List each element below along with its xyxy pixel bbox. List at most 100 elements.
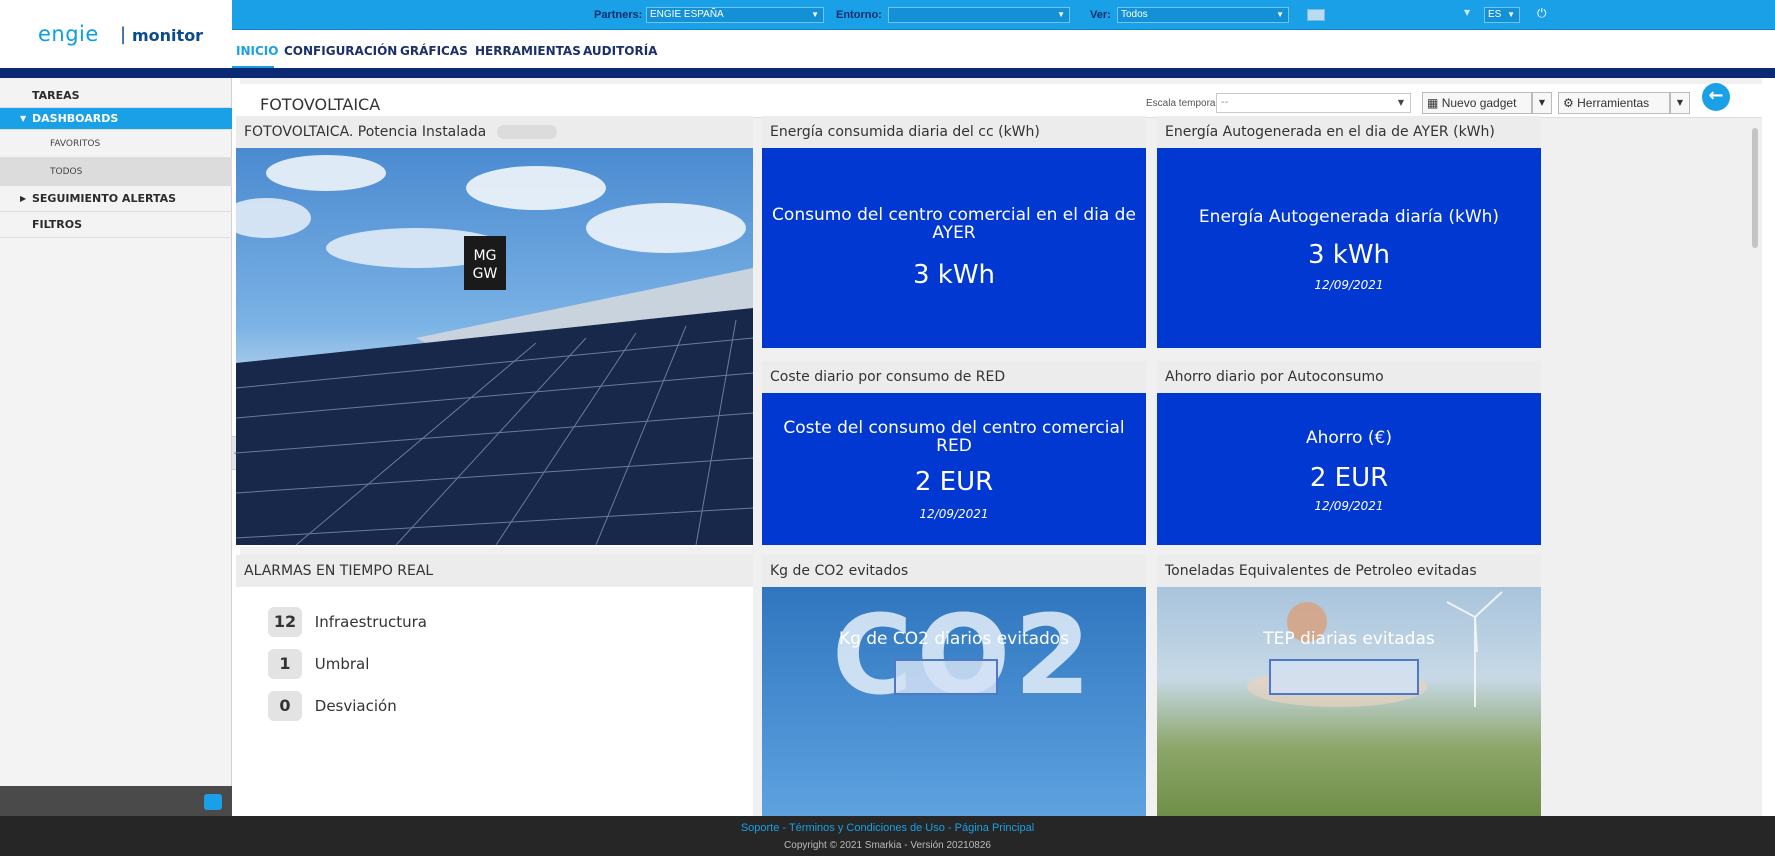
herramientas-dropdown[interactable]: ▼ <box>1670 92 1690 114</box>
entorno-label: Entorno: <box>836 9 882 21</box>
back-arrow-icon[interactable]: ← <box>1702 83 1730 111</box>
language-value: ES <box>1488 9 1502 20</box>
chevron-down-icon[interactable]: ▼ <box>1464 8 1470 17</box>
tile-value: 3 kWh <box>912 260 996 290</box>
tile-date: 12/09/2021 <box>1314 278 1384 292</box>
sidebar-item-label: FILTROS <box>32 218 83 231</box>
gadget-body: MG GW <box>236 148 753 547</box>
footer-separator: - <box>947 822 955 834</box>
nuevo-gadget-button[interactable]: ▦ Nuevo gadget <box>1422 92 1532 114</box>
gadget-title: Energía consumida diaria del cc (kWh) <box>762 116 1146 148</box>
mail-icon[interactable] <box>1307 9 1325 21</box>
gadget-title: ALARMAS EN TIEMPO REAL <box>236 555 753 587</box>
tile-value: 3 kWh <box>1307 240 1391 270</box>
footer-links: Soporte - Términos y Condiciones de Uso … <box>0 822 1775 834</box>
alarm-row-desviacion[interactable]: 0 Desviación <box>268 691 397 721</box>
sidebar-item-dashboards[interactable]: ▼ DASHBOARDS <box>0 108 232 130</box>
gadget-title: Energía Autogenerada en el dia de AYER (… <box>1157 116 1541 148</box>
page-header: FOTOVOLTAICA Escala temporal: -- ▼ ▦ Nue… <box>240 84 1762 118</box>
herramientas-button[interactable]: ⚙ Herramientas <box>1558 92 1670 114</box>
tile-date: 12/09/2021 <box>1314 499 1384 513</box>
vertical-scrollbar[interactable] <box>1750 128 1760 816</box>
filter-bar: Partners: ENGIE ESPAÑA ▼ Entorno: ▼ Ver:… <box>232 0 1775 30</box>
tile-title: Consumo del centro comercial en el dia d… <box>772 205 1136 243</box>
main-nav: INICIO CONFIGURACIÓN GRÁFICAS HERRAMIENT… <box>232 32 1775 68</box>
sidebar-item-filtros[interactable]: FILTROS <box>0 212 232 238</box>
escala-temporal-select[interactable]: -- ▼ <box>1216 93 1411 113</box>
language-select[interactable]: ES ▼ <box>1484 7 1520 23</box>
main-content: FOTOVOLTAICA Escala temporal: -- ▼ ▦ Nue… <box>236 78 1762 816</box>
gadget-body[interactable]: Ahorro (€) 2 EUR 12/09/2021 <box>1157 393 1541 545</box>
gadget-body[interactable]: CO2 Kg de CO2 diarios evitados <box>762 587 1146 816</box>
chevron-down-icon: ▼ <box>1397 98 1404 107</box>
tile-title: Ahorro (€) <box>1306 428 1392 448</box>
alarm-row-umbral[interactable]: 1 Umbral <box>268 649 369 679</box>
escala-temporal-label: Escala temporal: <box>1146 98 1221 109</box>
tile-date: 12/09/2021 <box>919 507 989 521</box>
gadget-body[interactable]: Energía Autogenerada diaría (kWh) 3 kWh … <box>1157 148 1541 348</box>
gear-icon: ⚙ <box>1563 96 1574 110</box>
nuevo-gadget-dropdown[interactable]: ▼ <box>1532 92 1552 114</box>
footer-link-principal[interactable]: Página Principal <box>955 822 1035 834</box>
co2-cloud-text: CO2 <box>832 591 1095 719</box>
sidebar-footer <box>0 786 232 816</box>
nav-graficas[interactable]: GRÁFICAS <box>400 44 468 58</box>
gadget-potencia-instalada: FOTOVOLTAICA. Potencia Instalada MG GW <box>236 116 753 547</box>
power-icon[interactable]: ⏻ <box>1537 6 1547 21</box>
chevron-down-icon: ▼ <box>1276 10 1284 19</box>
gadget-body[interactable]: Coste del consumo del centro comercial R… <box>762 393 1146 545</box>
sidebar-item-label: TAREAS <box>32 89 80 102</box>
scrollbar-thumb[interactable] <box>1752 128 1758 248</box>
caret-right-icon: ▶ <box>20 194 27 203</box>
nav-herramientas[interactable]: HERRAMIENTAS <box>475 44 581 58</box>
gadget-body: 12 Infraestructura 1 Umbral 0 Desviación <box>236 587 753 816</box>
tile-value: 2 EUR <box>914 467 994 497</box>
sidebar-item-favoritos[interactable]: FAVORITOS <box>0 130 232 158</box>
entorno-select[interactable]: ▼ <box>888 7 1070 23</box>
tile-title: Coste del consumo del centro comercial R… <box>783 418 1125 456</box>
tile-title: Energía Autogenerada diaría (kWh) <box>1198 207 1500 227</box>
chevron-down-icon: ▼ <box>811 10 819 19</box>
solar-panels-photo: MG GW <box>236 148 753 545</box>
sidebar-item-seguimiento-alertas[interactable]: ▶ SEGUIMIENTO ALERTAS <box>0 186 232 212</box>
gadget-title: Kg de CO2 evitados <box>762 555 1146 587</box>
nav-auditoria[interactable]: AUDITORÍA <box>583 44 657 58</box>
sidebar-item-tareas[interactable]: TAREAS <box>0 86 232 108</box>
page-title: FOTOVOLTAICA <box>260 95 381 114</box>
redacted-value <box>1269 659 1419 695</box>
chat-icon[interactable] <box>204 794 222 810</box>
nav-stripe <box>0 68 1775 78</box>
alarm-count: 0 <box>268 691 302 721</box>
logo-brand: engie <box>38 22 99 46</box>
logo[interactable]: engie | monitor <box>0 0 232 70</box>
chevron-down-icon: ▼ <box>1057 10 1065 19</box>
nav-inicio[interactable]: INICIO <box>236 44 278 58</box>
partners-value: ENGIE ESPAÑA <box>650 9 724 20</box>
logo-separator: | <box>120 24 127 45</box>
nav-configuracion[interactable]: CONFIGURACIÓN <box>284 44 397 58</box>
footer-link-terminos[interactable]: Términos y Condiciones de Uso <box>789 822 945 834</box>
tile-value: 2 EUR <box>1309 463 1389 493</box>
gadget-title: FOTOVOLTAICA. Potencia Instalada <box>236 116 753 148</box>
alarm-row-infraestructura[interactable]: 12 Infraestructura <box>268 607 427 637</box>
herramientas-label: Herramientas <box>1577 96 1650 110</box>
footer-link-soporte[interactable]: Soporte <box>741 822 780 834</box>
sidebar-item-todos[interactable]: TODOS <box>0 158 232 186</box>
gadget-coste-red: Coste diario por consumo de RED Coste de… <box>762 361 1146 545</box>
sidebar: TAREAS ▼ DASHBOARDS FAVORITOS TODOS ▶ SE… <box>0 78 232 816</box>
gadget-title: Toneladas Equivalentes de Petroleo evita… <box>1157 555 1541 587</box>
alarm-count: 12 <box>268 607 302 637</box>
footer-copyright: Copyright © 2021 Smarkia - Versión 20210… <box>784 840 991 851</box>
tile-title: Kg de CO2 diarios evitados <box>838 629 1070 649</box>
gadget-body[interactable]: Consumo del centro comercial en el dia d… <box>762 148 1146 348</box>
nuevo-gadget-label: Nuevo gadget <box>1441 96 1517 110</box>
chevron-down-icon: ▼ <box>1507 10 1515 19</box>
partners-select[interactable]: ENGIE ESPAÑA ▼ <box>646 7 824 23</box>
ver-label: Ver: <box>1090 9 1111 21</box>
escala-temporal-value: -- <box>1221 97 1229 108</box>
alarm-label: Desviación <box>314 697 397 715</box>
gadget-body[interactable]: TEP diarias evitadas <box>1157 587 1541 816</box>
ver-value: Todos <box>1121 9 1148 20</box>
ver-select[interactable]: Todos ▼ <box>1117 7 1289 23</box>
gadget-co2-evitados: Kg de CO2 evitados CO2 Kg de CO2 diarios… <box>762 555 1146 816</box>
